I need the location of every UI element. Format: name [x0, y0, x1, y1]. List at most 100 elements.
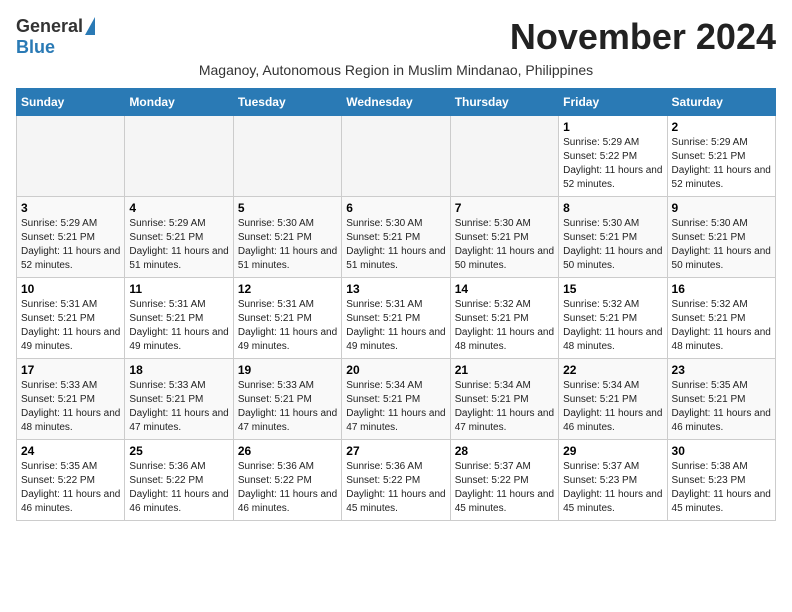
day-info: Sunrise: 5:37 AM Sunset: 5:23 PM Dayligh… [563, 460, 662, 516]
calendar-week-1: 1Sunrise: 5:29 AM Sunset: 5:22 PM Daylig… [17, 116, 776, 197]
logo-general: General [16, 16, 83, 37]
calendar-cell [450, 116, 558, 197]
calendar-week-5: 24Sunrise: 5:35 AM Sunset: 5:22 PM Dayli… [17, 440, 776, 521]
day-info: Sunrise: 5:30 AM Sunset: 5:21 PM Dayligh… [238, 217, 337, 273]
day-info: Sunrise: 5:31 AM Sunset: 5:21 PM Dayligh… [21, 298, 120, 354]
day-info: Sunrise: 5:36 AM Sunset: 5:22 PM Dayligh… [129, 460, 228, 516]
day-info: Sunrise: 5:34 AM Sunset: 5:21 PM Dayligh… [563, 379, 662, 435]
calendar-cell: 14 Sunrise: 5:32 AM Sunset: 5:21 PM Dayli… [450, 278, 558, 359]
calendar-cell: 27Sunrise: 5:36 AM Sunset: 5:22 PM Dayli… [342, 440, 450, 521]
logo-blue: Blue [16, 37, 55, 58]
calendar-cell: 11Sunrise: 5:31 AM Sunset: 5:21 PM Dayli… [125, 278, 233, 359]
logo: General Blue [16, 16, 95, 58]
day-number: 6 [346, 201, 445, 215]
calendar-cell: 4Sunrise: 5:29 AM Sunset: 5:21 PM Daylig… [125, 197, 233, 278]
day-info: Sunrise: 5:33 AM Sunset: 5:21 PM Dayligh… [129, 379, 228, 435]
day-number: 12 [238, 282, 337, 296]
day-info: Sunrise: 5:31 AM Sunset: 5:21 PM Dayligh… [238, 298, 337, 354]
day-number: 23 [672, 363, 771, 377]
calendar-cell: 12 Sunrise: 5:31 AM Sunset: 5:21 PM Dayli… [233, 278, 341, 359]
calendar-cell [233, 116, 341, 197]
calendar-subtitle: Maganoy, Autonomous Region in Muslim Min… [16, 62, 776, 78]
calendar-cell: 17 Sunrise: 5:33 AM Sunset: 5:21 PM Dayli… [17, 359, 125, 440]
calendar-cell [17, 116, 125, 197]
calendar-cell: 26 Sunrise: 5:36 AM Sunset: 5:22 PM Dayli… [233, 440, 341, 521]
day-info: Sunrise: 5:30 AM Sunset: 5:21 PM Dayligh… [563, 217, 662, 273]
calendar-cell: 20 Sunrise: 5:34 AM Sunset: 5:21 PM Dayli… [342, 359, 450, 440]
day-info: Sunrise: 5:32 AM Sunset: 5:21 PM Dayligh… [563, 298, 662, 354]
calendar-body: 1Sunrise: 5:29 AM Sunset: 5:22 PM Daylig… [17, 116, 776, 521]
day-number: 14 [455, 282, 554, 296]
day-number: 21 [455, 363, 554, 377]
day-info: Sunrise: 5:38 AM Sunset: 5:23 PM Dayligh… [672, 460, 771, 516]
calendar-header-saturday: Saturday [667, 89, 775, 116]
day-number: 20 [346, 363, 445, 377]
calendar-cell: 8 Sunrise: 5:30 AM Sunset: 5:21 PM Daylig… [559, 197, 667, 278]
calendar-week-3: 10 Sunrise: 5:31 AM Sunset: 5:21 PM Dayli… [17, 278, 776, 359]
calendar-cell: 29 Sunrise: 5:37 AM Sunset: 5:23 PM Dayli… [559, 440, 667, 521]
calendar-cell: 19 Sunrise: 5:33 AM Sunset: 5:21 PM Dayli… [233, 359, 341, 440]
day-info: Sunrise: 5:29 AM Sunset: 5:21 PM Dayligh… [129, 217, 228, 273]
calendar-cell: 5 Sunrise: 5:30 AM Sunset: 5:21 PM Daylig… [233, 197, 341, 278]
day-info: Sunrise: 5:32 AM Sunset: 5:21 PM Dayligh… [672, 298, 771, 354]
month-title: November 2024 [510, 16, 776, 58]
day-number: 19 [238, 363, 337, 377]
day-number: 7 [455, 201, 554, 215]
day-number: 10 [21, 282, 120, 296]
day-number: 2 [672, 120, 771, 134]
calendar-header-sunday: Sunday [17, 89, 125, 116]
day-info: Sunrise: 5:30 AM Sunset: 5:21 PM Dayligh… [455, 217, 554, 273]
day-info: Sunrise: 5:29 AM Sunset: 5:21 PM Dayligh… [672, 136, 771, 192]
day-number: 29 [563, 444, 662, 458]
day-number: 27 [346, 444, 445, 458]
calendar-cell: 2 Sunrise: 5:29 AM Sunset: 5:21 PM Daylig… [667, 116, 775, 197]
day-number: 11 [129, 282, 228, 296]
calendar-header-thursday: Thursday [450, 89, 558, 116]
day-number: 26 [238, 444, 337, 458]
page-header: General Blue November 2024 [16, 16, 776, 58]
day-info: Sunrise: 5:34 AM Sunset: 5:21 PM Dayligh… [346, 379, 445, 435]
calendar-cell: 7 Sunrise: 5:30 AM Sunset: 5:21 PM Daylig… [450, 197, 558, 278]
calendar-cell: 10 Sunrise: 5:31 AM Sunset: 5:21 PM Dayli… [17, 278, 125, 359]
day-number: 17 [21, 363, 120, 377]
calendar-cell: 23 Sunrise: 5:35 AM Sunset: 5:21 PM Dayli… [667, 359, 775, 440]
day-number: 25 [129, 444, 228, 458]
day-info: Sunrise: 5:33 AM Sunset: 5:21 PM Dayligh… [21, 379, 120, 435]
calendar-cell: 24Sunrise: 5:35 AM Sunset: 5:22 PM Dayli… [17, 440, 125, 521]
day-number: 16 [672, 282, 771, 296]
calendar-cell: 28Sunrise: 5:37 AM Sunset: 5:22 PM Dayli… [450, 440, 558, 521]
day-info: Sunrise: 5:33 AM Sunset: 5:21 PM Dayligh… [238, 379, 337, 435]
calendar-cell: 21 Sunrise: 5:34 AM Sunset: 5:21 PM Dayli… [450, 359, 558, 440]
day-number: 28 [455, 444, 554, 458]
day-number: 13 [346, 282, 445, 296]
day-info: Sunrise: 5:35 AM Sunset: 5:21 PM Dayligh… [672, 379, 771, 435]
day-number: 9 [672, 201, 771, 215]
day-info: Sunrise: 5:32 AM Sunset: 5:21 PM Dayligh… [455, 298, 554, 354]
calendar-table: SundayMondayTuesdayWednesdayThursdayFrid… [16, 88, 776, 521]
calendar-header-row: SundayMondayTuesdayWednesdayThursdayFrid… [17, 89, 776, 116]
day-info: Sunrise: 5:34 AM Sunset: 5:21 PM Dayligh… [455, 379, 554, 435]
calendar-cell: 30 Sunrise: 5:38 AM Sunset: 5:23 PM Dayli… [667, 440, 775, 521]
day-number: 5 [238, 201, 337, 215]
calendar-cell [342, 116, 450, 197]
calendar-header-wednesday: Wednesday [342, 89, 450, 116]
day-info: Sunrise: 5:35 AM Sunset: 5:22 PM Dayligh… [21, 460, 120, 516]
calendar-cell: 18 Sunrise: 5:33 AM Sunset: 5:21 PM Dayli… [125, 359, 233, 440]
day-number: 22 [563, 363, 662, 377]
calendar-cell: 13Sunrise: 5:31 AM Sunset: 5:21 PM Dayli… [342, 278, 450, 359]
logo-triangle-icon [85, 17, 95, 35]
calendar-cell: 6Sunrise: 5:30 AM Sunset: 5:21 PM Daylig… [342, 197, 450, 278]
day-info: Sunrise: 5:36 AM Sunset: 5:22 PM Dayligh… [238, 460, 337, 516]
calendar-cell: 1Sunrise: 5:29 AM Sunset: 5:22 PM Daylig… [559, 116, 667, 197]
calendar-cell: 16 Sunrise: 5:32 AM Sunset: 5:21 PM Dayli… [667, 278, 775, 359]
calendar-header-friday: Friday [559, 89, 667, 116]
day-number: 18 [129, 363, 228, 377]
day-info: Sunrise: 5:29 AM Sunset: 5:21 PM Dayligh… [21, 217, 120, 273]
day-number: 3 [21, 201, 120, 215]
calendar-cell: 22 Sunrise: 5:34 AM Sunset: 5:21 PM Dayli… [559, 359, 667, 440]
day-number: 30 [672, 444, 771, 458]
calendar-header-tuesday: Tuesday [233, 89, 341, 116]
day-number: 1 [563, 120, 662, 134]
day-number: 8 [563, 201, 662, 215]
calendar-cell: 25 Sunrise: 5:36 AM Sunset: 5:22 PM Dayli… [125, 440, 233, 521]
